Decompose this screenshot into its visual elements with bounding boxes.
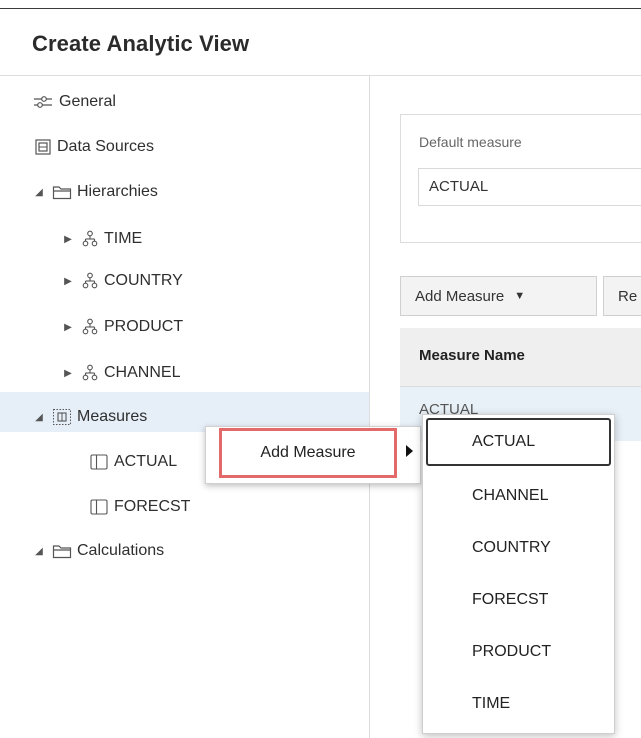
hierarchy-icon [82, 230, 98, 247]
default-measure-label: Default measure [419, 134, 522, 150]
submenu-item-forecst[interactable]: FORECST [423, 574, 614, 626]
submenu-item-time[interactable]: TIME [423, 678, 614, 730]
expanded-triangle-icon[interactable]: ◢ [32, 187, 46, 198]
tree-label: Data Sources [57, 138, 154, 155]
data-source-icon [35, 139, 51, 155]
submenu-item-channel[interactable]: CHANNEL [423, 470, 614, 522]
tree-item-forecst[interactable]: FORECST [89, 492, 190, 522]
hierarchy-icon [82, 318, 98, 335]
tree-item-calculations[interactable]: ◢ Calculations [32, 536, 164, 566]
tree-label: Measures [77, 408, 148, 425]
folder-icon [52, 186, 72, 200]
collapsed-triangle-icon[interactable]: ▶ [61, 322, 75, 333]
measure-icon [90, 499, 108, 515]
tree-item-country[interactable]: ▶ COUNTRY [61, 266, 183, 296]
submenu-arrow-icon [406, 445, 413, 457]
panel-divider [369, 76, 370, 738]
add-measure-button[interactable]: Add Measure ▼ [400, 276, 597, 316]
measures-folder-icon [53, 409, 71, 425]
expanded-triangle-icon[interactable]: ◢ [32, 546, 46, 557]
tree-label: TIME [104, 230, 143, 247]
tree-item-channel[interactable]: ▶ CHANNEL [61, 358, 180, 388]
tree-label: ACTUAL [114, 453, 178, 470]
header-divider [0, 75, 641, 76]
collapsed-triangle-icon[interactable]: ▶ [61, 368, 75, 379]
tree-label: Calculations [77, 542, 165, 559]
collapsed-triangle-icon[interactable]: ▶ [61, 276, 75, 287]
add-measure-button-label: Add Measure [415, 287, 505, 305]
measure-icon [90, 454, 108, 470]
folder-icon [52, 545, 72, 559]
tree-label: FORECST [114, 498, 191, 515]
tree-label: CHANNEL [104, 364, 181, 381]
tree-item-actual[interactable]: ACTUAL [89, 447, 177, 477]
submenu-item-product[interactable]: PRODUCT [423, 626, 614, 678]
submenu-item-country[interactable]: COUNTRY [423, 522, 614, 574]
tree-label: PRODUCT [104, 318, 184, 335]
remove-measure-button[interactable]: Re [603, 276, 641, 316]
submenu-item-actual[interactable]: ACTUAL [426, 418, 611, 466]
tree-item-measures[interactable]: ◢ Measures [32, 402, 147, 432]
remove-measure-button-label: Re [618, 287, 638, 305]
default-measure-field[interactable]: ACTUAL [418, 168, 641, 206]
context-menu-add-measure[interactable]: Add Measure [219, 428, 397, 478]
table-header: Measure Name [400, 328, 641, 387]
sliders-icon [34, 96, 52, 108]
tree-item-hierarchies[interactable]: ◢ Hierarchies [32, 177, 158, 207]
tree-label: General [59, 93, 116, 110]
tree-item-data-sources[interactable]: Data Sources [34, 132, 154, 162]
collapsed-triangle-icon[interactable]: ▶ [61, 234, 75, 245]
tree-item-time[interactable]: ▶ TIME [61, 224, 142, 254]
caret-down-icon: ▼ [514, 290, 526, 302]
page-title: Create Analytic View [32, 31, 250, 56]
tree-item-general[interactable]: General [32, 87, 116, 117]
hierarchy-icon [82, 272, 98, 289]
tree-label: COUNTRY [104, 272, 183, 289]
tree-label: Hierarchies [77, 183, 158, 200]
column-header-measure-name: Measure Name [419, 347, 525, 364]
top-border [0, 8, 641, 9]
add-measure-submenu: ACTUAL CHANNEL COUNTRY FORECST PRODUCT T… [422, 414, 615, 734]
expanded-triangle-icon[interactable]: ◢ [32, 412, 46, 423]
hierarchy-icon [82, 364, 98, 381]
tree-item-product[interactable]: ▶ PRODUCT [61, 312, 183, 342]
